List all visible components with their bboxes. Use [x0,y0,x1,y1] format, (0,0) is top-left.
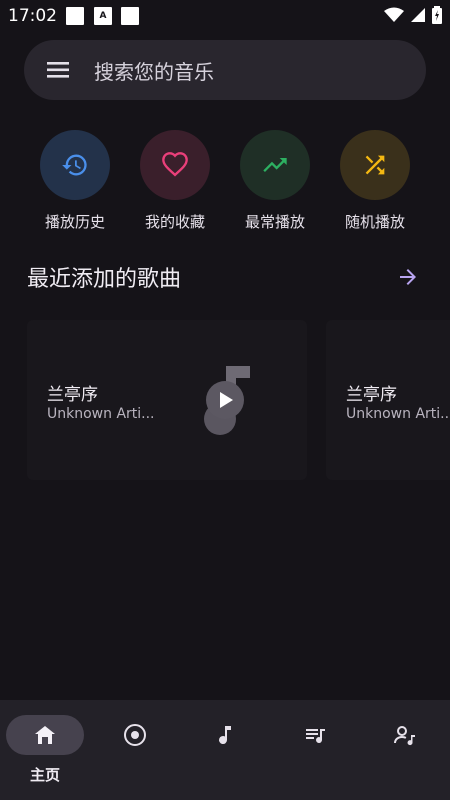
notification-icon [121,7,139,25]
shuffle-icon [365,155,385,175]
quick-action-label: 随机播放 [344,213,405,231]
nav-albums[interactable] [90,700,180,800]
quick-action-shuffle[interactable]: 随机播放 [325,130,425,232]
search-bar[interactable]: 搜索您的音乐 [24,40,426,100]
status-bar: 17:02 A [0,0,450,32]
quick-action-label: 播放历史 [44,213,105,231]
quick-action-favorites[interactable]: 我的收藏 [125,130,225,232]
artist-icon [394,726,415,746]
nav-home[interactable]: 主页 [0,700,90,800]
home-icon [35,726,55,744]
song-card[interactable]: 兰亭序 Unknown Arti... [27,320,307,480]
heart-icon [162,152,188,177]
menu-icon[interactable] [46,59,72,81]
recent-songs-title: 最近添加的歌曲 [27,267,182,292]
nav-home-label: 主页 [29,766,60,784]
play-button[interactable] [206,381,244,419]
song-title: 兰亭序 [346,385,397,405]
status-time: 17:02 [8,6,57,26]
song-artist: Unknown Arti... [346,406,450,422]
nav-playlists[interactable] [270,700,360,800]
quick-action-most-played[interactable]: 最常播放 [225,130,325,232]
history-icon [62,154,87,176]
history-button[interactable] [40,130,110,200]
shuffle-button[interactable] [340,130,410,200]
nav-songs[interactable] [180,700,270,800]
trending-up-icon [263,158,287,172]
song-title: 兰亭序 [47,385,98,405]
play-icon [220,392,233,408]
quick-action-label: 最常播放 [244,213,305,231]
song-artist: Unknown Arti... [47,406,155,422]
search-placeholder[interactable]: 搜索您的音乐 [94,56,214,85]
battery-icon [432,6,442,24]
playlist-icon [306,729,325,744]
bottom-navigation: 主页 [0,700,450,800]
album-icon [124,724,146,746]
favorites-button[interactable] [140,130,210,200]
quick-action-label: 我的收藏 [144,213,205,231]
wifi-icon [384,7,404,22]
arrow-forward-icon[interactable] [396,265,420,289]
notification-icon [66,7,84,25]
signal-icon [411,8,425,22]
quick-action-history[interactable]: 播放历史 [25,130,125,232]
keyboard-notification-label: A [99,11,107,21]
keyboard-notification-icon: A [94,7,112,25]
most-played-button[interactable] [240,130,310,200]
song-card[interactable]: 兰亭序 Unknown Arti... [326,320,450,480]
music-note-icon [219,726,231,745]
nav-artists[interactable] [360,700,450,800]
